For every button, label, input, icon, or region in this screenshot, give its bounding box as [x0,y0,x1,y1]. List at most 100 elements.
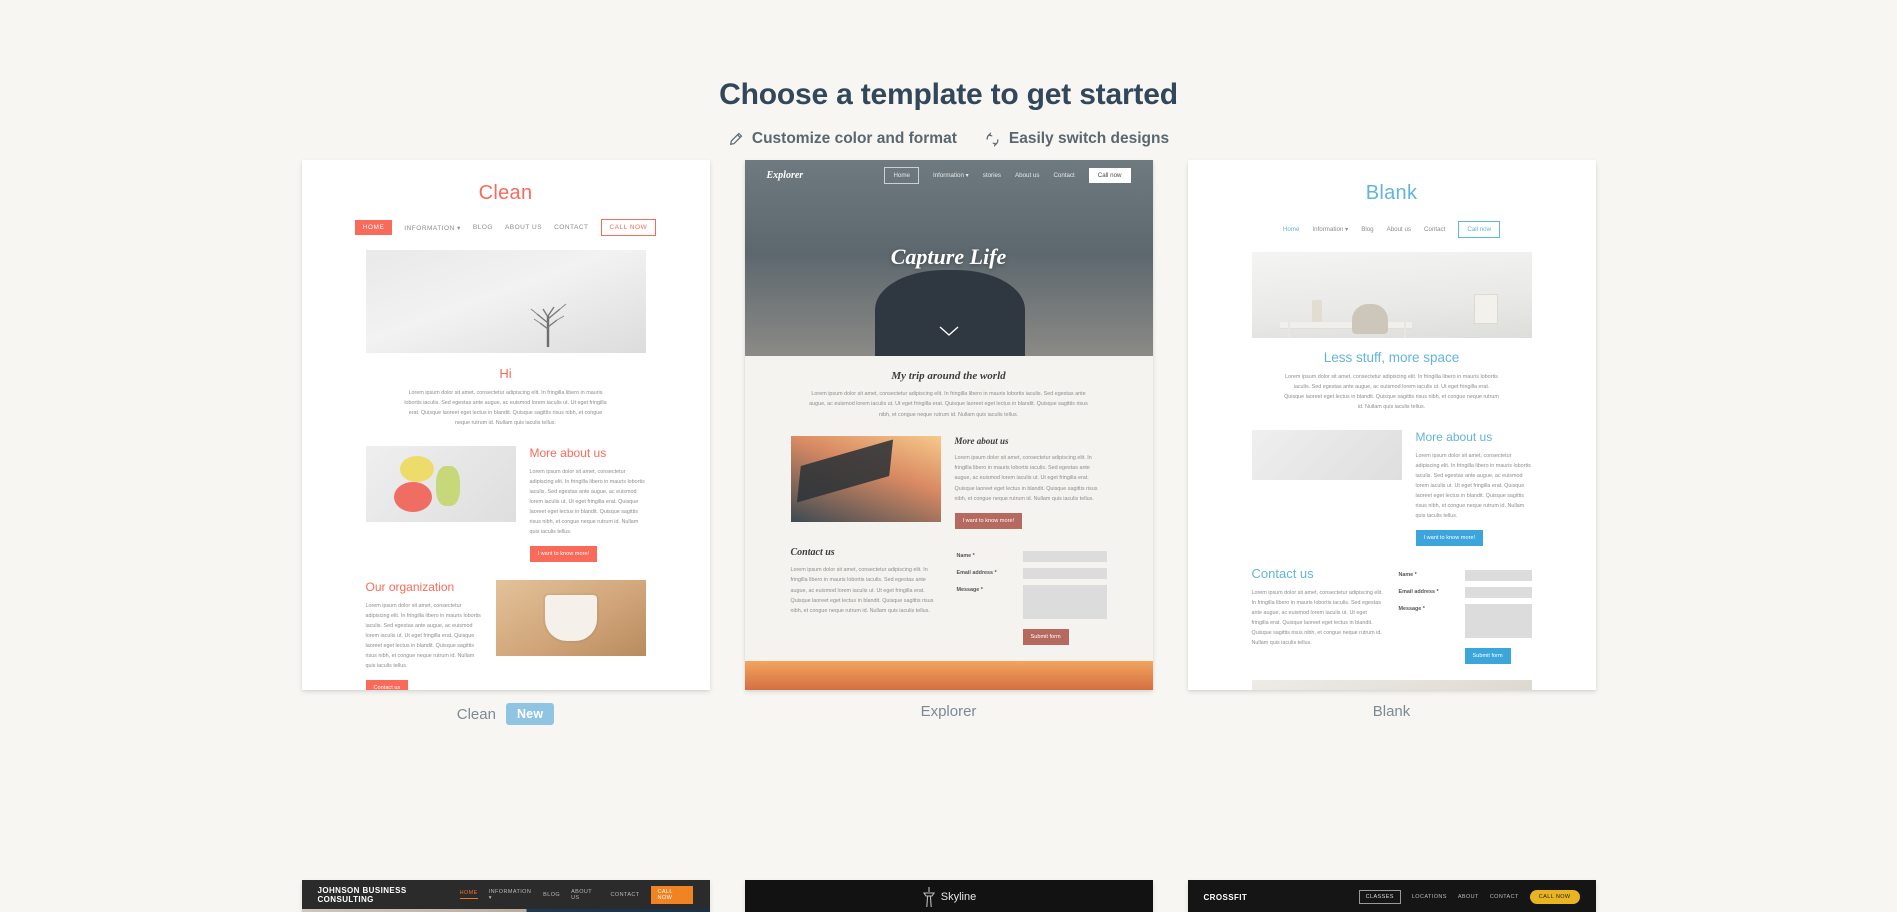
feature-switch-label: Easily switch designs [1008,130,1170,147]
nav-item-information[interactable]: INFORMATION ▾ [404,224,461,232]
nav-item-locations[interactable]: LOCATIONS [1412,894,1447,900]
nav-item-blog[interactable]: BLOG [473,224,493,231]
template-label-blank: Blank [1188,703,1596,720]
template-card-blank[interactable]: Blank Home Information ▾ Blog About us C… [1187,160,1596,690]
email-label: Email address * [956,570,997,577]
explorer-trip-copy: Lorem ipsum dolor sit amet, consectetur … [809,391,1088,418]
email-label: Email address * [1398,589,1439,595]
nav-item-home[interactable]: Home [1283,226,1300,233]
status-badge-new: New [505,703,555,725]
clean-org-button[interactable]: Contact us [365,680,409,690]
name-input[interactable] [1464,570,1532,581]
bowl-shape [544,595,597,641]
email-input[interactable] [1464,587,1532,598]
vase-shape [1311,300,1322,322]
email-input[interactable] [1022,568,1107,580]
blank-about-section: More about us Lorem ipsum dolor sit amet… [1251,430,1532,546]
nav-item-information[interactable]: Information ▾ [933,172,969,179]
message-textarea[interactable] [1022,585,1107,620]
clean-about-heading: More about us [529,446,607,460]
chevron-down-icon: ▾ [457,224,461,232]
macarons-image [365,446,516,522]
clean-org-section: Our organization Lorem ipsum dolor sit a… [365,580,646,690]
nav-item-call-now[interactable]: CALL NOW [600,219,657,236]
explorer-logo: Explorer [766,169,804,181]
explorer-body: My trip around the world Lorem ipsum dol… [744,356,1153,690]
blank-contact-form: Name * Email address * Message * Submit … [1399,566,1532,664]
nav-item-contact[interactable]: Contact [1053,172,1074,179]
nav-item-blog[interactable]: BLOG [543,892,560,898]
submit-form-button[interactable]: Submit form [1022,629,1069,646]
template-card-crossfit[interactable]: CROSSFIT CLASSES LOCATIONS ABOUT CONTACT… [1187,880,1596,912]
almonds-image [495,580,646,656]
template-chooser-page: Choose a template to get started Customi… [0,0,1897,912]
page-header: Choose a template to get started Customi… [0,0,1897,148]
nav-item-contact[interactable]: CONTACT [1490,894,1519,900]
nav-item-about-us[interactable]: About us [1015,172,1039,179]
blank-hero-heading: Less stuff, more space [1323,350,1460,365]
nav-item-about-us[interactable]: About us [1387,226,1411,233]
template-name-blank: Blank [1372,703,1411,720]
explorer-footer-image [744,661,1153,690]
nav-item-about[interactable]: ABOUT [1458,894,1479,900]
blank-contact-copy: Lorem ipsum dolor sit amet, consectetur … [1251,590,1383,646]
nav-item-blog[interactable]: Blog [1361,226,1373,233]
clean-about-section: More about us Lorem ipsum dolor sit amet… [365,446,646,562]
explorer-contact-section: Contact us Lorem ipsum dolor sit amet, c… [791,547,1107,646]
swap-icon [985,132,1000,147]
nav-item-call-now[interactable]: Call now [1088,167,1131,183]
chair-shape [1351,304,1388,334]
blank-about-button[interactable]: I want to know more! [1415,530,1484,546]
nav-item-classes[interactable]: CLASSES [1358,890,1401,904]
blank-footer-image [1251,680,1532,690]
nav-item-information[interactable]: INFORMATION ▾ [489,889,532,901]
page-title: Choose a template to get started [719,78,1178,111]
picture-frame [1473,294,1498,324]
message-textarea[interactable] [1464,604,1532,638]
crossfit-nav: CROSSFIT CLASSES LOCATIONS ABOUT CONTACT… [1187,880,1596,912]
nav-item-home[interactable]: HOME [459,890,478,899]
desk-leg-right [1403,320,1406,338]
template-card-skyline[interactable]: Skyline [744,880,1153,912]
nav-item-about-us[interactable]: ABOUT US [505,224,542,231]
feature-customize: Customize color and format [728,130,957,148]
blank-contact-section: Contact us Lorem ipsum dolor sit amet, c… [1252,566,1532,664]
chevron-down-scroll-icon[interactable] [939,324,959,342]
clean-about-button[interactable]: I want to know more! [529,546,598,562]
nav-item-contact[interactable]: CONTACT [554,224,588,231]
desk-leg-left [1287,320,1290,338]
explorer-hero-image: Explorer Home Information ▾ stories Abou… [744,160,1153,356]
clean-nav: HOME INFORMATION ▾ BLOG ABOUT US CONTACT… [354,219,657,236]
template-label-clean: Clean New [302,703,710,725]
macaron-yellow [399,456,434,482]
clean-logo: Clean [478,182,533,204]
message-label: Message * [956,587,983,594]
submit-form-button[interactable]: Submit form [1464,648,1511,664]
clean-hero-heading: Hi [499,366,512,381]
nav-item-home[interactable]: HOME [354,220,393,235]
template-grid: Clean HOME INFORMATION ▾ BLOG ABOUT US C… [0,160,1897,725]
nav-item-contact[interactable]: Contact [1424,226,1445,233]
nav-item-home[interactable]: Home [884,166,919,184]
feature-switch: Easily switch designs [985,130,1169,148]
template-name-explorer: Explorer [920,703,977,720]
pencil-icon [728,132,743,147]
template-card-clean[interactable]: Clean HOME INFORMATION ▾ BLOG ABOUT US C… [301,160,710,690]
consulting-brand: JOHNSON BUSINESS CONSULTING [317,885,407,904]
nav-item-call-now[interactable]: CALL NOW [650,885,694,904]
template-label-explorer: Explorer [745,703,1153,720]
nav-item-contact[interactable]: CONTACT [611,892,640,898]
nav-item-call-now[interactable]: CALL NOW [1529,890,1580,904]
template-card-consulting[interactable]: JOHNSON BUSINESS CONSULTING HOME INFORMA… [301,880,710,912]
nav-item-stories[interactable]: stories [983,172,1001,179]
nav-item-call-now[interactable]: Call now [1458,221,1501,238]
blank-about-copy: Lorem ipsum dolor sit amet, consectetur … [1415,453,1531,519]
name-input[interactable] [1022,551,1107,563]
explorer-about-section: More about us Lorem ipsum dolor sit amet… [790,435,1107,530]
person-silhouette [874,270,1025,356]
template-card-explorer[interactable]: Explorer Home Information ▾ stories Abou… [744,160,1153,690]
explorer-about-button[interactable]: I want to know more! [954,513,1023,530]
crossfit-brand: CROSSFIT [1203,892,1248,902]
nav-item-about-us[interactable]: ABOUT US [571,889,599,901]
nav-item-information[interactable]: Information ▾ [1312,226,1348,233]
